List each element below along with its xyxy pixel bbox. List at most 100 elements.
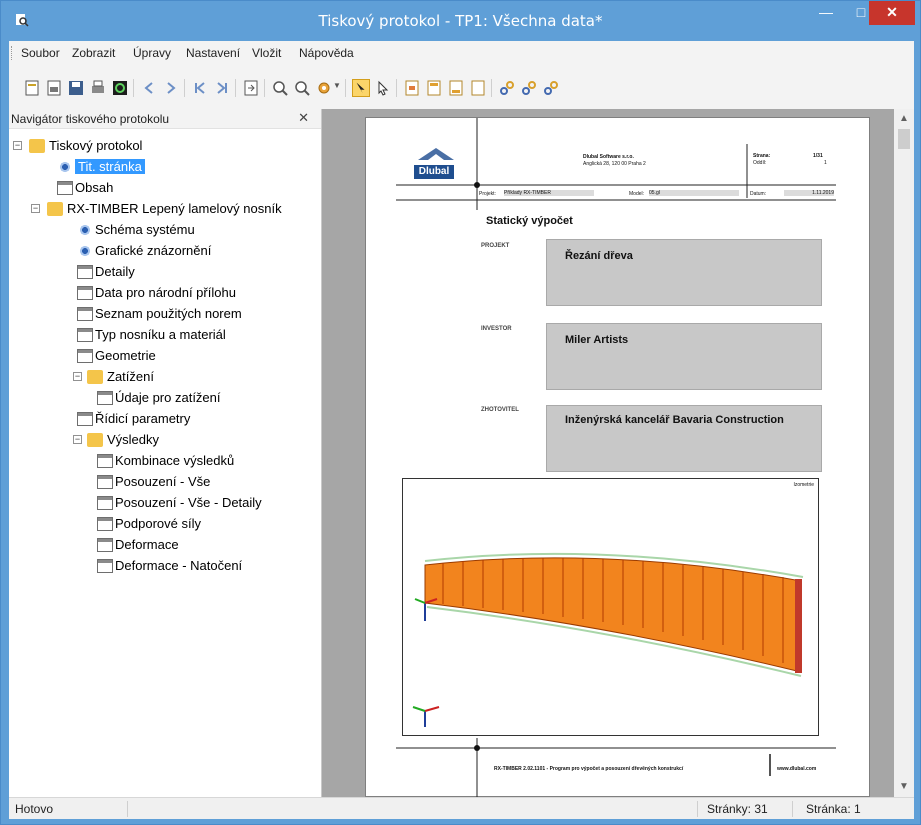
open-icon[interactable] [45,79,63,97]
link-icon[interactable] [542,79,560,97]
last-page-icon[interactable] [213,79,231,97]
scroll-up-icon[interactable]: ▲ [899,113,909,124]
menu-item-vlozit[interactable]: Vložit [252,46,281,60]
collapse-icon[interactable]: − [73,372,82,381]
footer-website: www.dlubal.com [777,766,817,772]
navigator-panel: Navigátor tiskového protokolu ✕ − Tiskov… [9,109,322,797]
zoom-out-icon[interactable] [293,79,311,97]
folder-icon [47,202,63,216]
page-count: Stránky: 31 [707,802,768,816]
menu-item-soubor[interactable]: Soubor [21,46,60,60]
scroll-down-icon[interactable]: ▼ [899,781,909,792]
table-icon [77,349,93,363]
first-page-icon[interactable] [191,79,209,97]
tree-item-deformace[interactable]: Deformace [91,535,291,555]
print-icon[interactable] [89,79,107,97]
page-icon[interactable] [469,79,487,97]
close-panel-icon[interactable]: ✕ [298,110,309,126]
tree-item-geometrie[interactable]: Geometrie [71,346,271,366]
glulam-beam-graphic [412,552,804,727]
minimize-button[interactable]: — [811,1,841,25]
table-of-contents-icon [57,181,73,195]
table-icon [97,538,113,552]
tree-item-vysledky[interactable]: − Výsledky [51,430,251,450]
table-icon [97,475,113,489]
next-page-icon[interactable] [162,79,180,97]
application-window: Tiskový protokol - TP1: Všechna data* — … [0,0,921,825]
tree-item-ridici-parametry[interactable]: Řídicí parametry [71,409,271,429]
collapse-icon[interactable]: − [31,204,40,213]
status-divider [127,801,128,817]
tree-item-tiskovy-protokol[interactable]: − Tiskový protokol [13,136,213,156]
document-preview-area[interactable]: Dlubal Dlubal Software s.r.o. Anglická 2… [322,109,894,798]
tree-item-deformace-natoceni[interactable]: Deformace - Natočení [91,556,291,576]
title-bar[interactable]: Tiskový protokol - TP1: Všechna data* — … [1,1,920,41]
table-icon [97,517,113,531]
eye-icon [57,160,73,174]
tree-item-podporove-sily[interactable]: Podporové síly [91,514,291,534]
isometric-view-frame: Izometrie [402,478,819,736]
folder-icon [87,370,103,384]
previous-page-icon[interactable] [140,79,158,97]
settings-gear-icon[interactable] [315,79,333,97]
toolbar-separator [235,79,236,97]
tree-item-data-pro-narodni-prilohu[interactable]: Data pro národní přílohu [71,283,291,303]
projekt-label: Projekt: [479,191,496,197]
tree-item-obsah[interactable]: Obsah [51,178,191,198]
footer-program-text: RX-TIMBER 2.02.1101 - Program pro výpoče… [494,766,684,772]
folder-icon [87,433,103,447]
tree-item-zatizeni[interactable]: − Zatížení [51,367,251,387]
close-button[interactable]: ✕ [869,1,915,25]
investor-box: Miler Artists [546,323,822,390]
pointer-icon[interactable] [374,79,392,97]
menu-item-upravy[interactable]: Úpravy [133,46,171,60]
tree-item-detaily[interactable]: Detaily [71,262,271,282]
go-to-page-icon[interactable] [242,79,260,97]
oddil-value: 1 [824,160,827,166]
footer-icon[interactable] [447,79,465,97]
company-name: Dlubal Software s.r.o. [583,154,634,160]
tree-item-rx-timber[interactable]: − RX-TIMBER Lepený lamelový nosník [31,199,321,219]
zhotovitel-box: Inženýrská kancelář Bavaria Construction [546,405,822,472]
projekt-box: Řezání dřeva [546,239,822,306]
zoom-in-icon[interactable] [271,79,289,97]
table-icon [77,286,93,300]
toolbar-separator [396,79,397,97]
datum-value: 1.11.2019 [784,190,834,196]
current-page: Stránka: 1 [806,802,861,816]
menu-item-zobrazit[interactable]: Zobrazit [72,46,115,60]
refresh-icon[interactable] [111,79,129,97]
save-icon[interactable] [67,79,85,97]
collapse-icon[interactable]: − [13,141,22,150]
tree-item-posouzeni-vse[interactable]: Posouzení - Vše [91,472,291,492]
tree-item-graficke-znazorneni[interactable]: Grafické znázornění [71,241,271,261]
tree-item-udaje-pro-zatizeni[interactable]: Údaje pro zatížení [91,388,291,408]
link-icon[interactable] [520,79,538,97]
menu-item-nastaveni[interactable]: Nastavení [186,46,240,60]
menu-item-napoveda[interactable]: Nápověda [299,46,354,60]
table-icon [97,454,113,468]
tree-item-seznam-pouzitych-norem[interactable]: Seznam použitých norem [71,304,291,324]
window-title: Tiskový protokol - TP1: Všechna data* [318,12,603,30]
tree-item-tit-stranka[interactable]: Tit. stránka [51,157,191,177]
zhotovitel-section-label: ZHOTOVITEL [481,407,519,413]
page-setup-icon[interactable] [403,79,421,97]
scroll-thumb[interactable] [898,129,910,149]
collapse-icon[interactable]: − [73,435,82,444]
header-icon[interactable] [425,79,443,97]
tree-item-schema-systemu[interactable]: Schéma systému [71,220,271,240]
tree-item-typ-nosniku-a-material[interactable]: Typ nosníku a materiál [71,325,291,345]
report-heading: Statický výpočet [486,215,573,227]
investor-section-label: INVESTOR [481,326,512,332]
new-report-icon[interactable] [23,79,41,97]
toolbar-separator [184,79,185,97]
table-icon [97,391,113,405]
tree-item-posouzeni-vse-detaily[interactable]: Posouzení - Vše - Detaily [91,493,291,513]
table-icon [97,496,113,510]
select-tool-icon[interactable] [352,79,370,97]
menu-bar: Soubor Zobrazit Úpravy Nastavení Vložit … [9,41,914,65]
link-icon[interactable] [498,79,516,97]
vertical-scrollbar[interactable]: ▲ ▼ [894,109,914,797]
tree-item-kombinace-vysledku[interactable]: Kombinace výsledků [91,451,291,471]
dropdown-arrow-icon[interactable]: ▼ [333,81,351,99]
